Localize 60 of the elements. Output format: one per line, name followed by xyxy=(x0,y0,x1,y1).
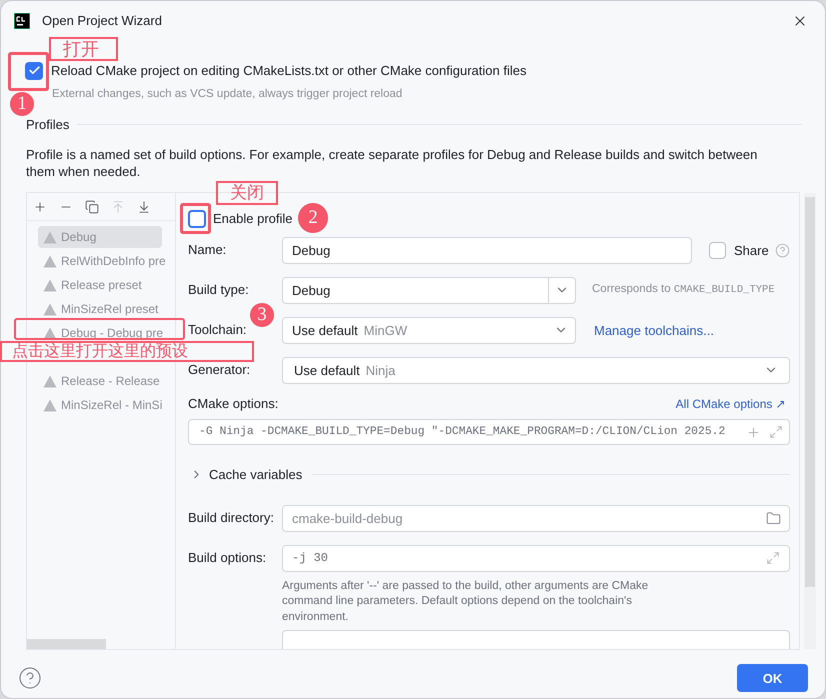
manage-toolchains-link[interactable]: Manage toolchains... xyxy=(594,320,714,340)
warning-icon xyxy=(43,374,57,388)
scrollbar-thumb[interactable] xyxy=(27,639,106,650)
profile-item[interactable]: Release - Release xyxy=(38,374,160,388)
scrollbar-thumb[interactable] xyxy=(804,197,815,588)
help-icon[interactable] xyxy=(774,242,790,258)
warning-icon xyxy=(43,398,57,412)
field-label: Name: xyxy=(188,242,226,258)
toolchain-dropdown[interactable]: Use default MinGW xyxy=(282,316,576,344)
help-icon[interactable] xyxy=(18,666,42,690)
warning-icon xyxy=(43,302,57,316)
profile-item[interactable]: Release preset xyxy=(38,278,142,292)
field-label: Generator: xyxy=(188,362,250,378)
build-type-dropdown[interactable]: Debug xyxy=(282,276,576,304)
generator-dropdown[interactable]: Use default Ninja xyxy=(282,356,790,384)
window-title: Open Project Wizard xyxy=(42,12,162,30)
ok-button[interactable]: OK xyxy=(737,664,808,692)
section-heading: Profiles xyxy=(26,116,70,134)
hint-text: Arguments after '--' are passed to the build, other arguments are CMake command line parameters. Default options depend on the toolchain's environment. xyxy=(282,578,650,625)
highlight-box xyxy=(180,203,211,234)
input-field[interactable] xyxy=(282,630,790,650)
cmake-options-field[interactable]: -G Ninja -DCMAKE_BUILD_TYPE=Debug "-DCMAKE_MAKE_PROGRAM=D:/CLION/CLion 2025.2 xyxy=(188,419,790,446)
build-directory-field[interactable]: cmake-build-debug xyxy=(282,504,790,532)
profile-item[interactable]: MinSizeRel preset xyxy=(38,302,158,316)
field-label: Toolchain: xyxy=(188,322,247,338)
profile-item[interactable]: Debug xyxy=(38,226,162,248)
warning-icon xyxy=(43,278,57,292)
folder-icon[interactable] xyxy=(766,510,781,526)
expand-icon[interactable] xyxy=(768,425,783,440)
warning-icon xyxy=(43,326,57,340)
move-down-icon[interactable] xyxy=(137,200,151,214)
app-logo-icon xyxy=(14,13,30,29)
checkbox-label: Reload CMake project on editing CMakeLists.txt or other CMake configuration files xyxy=(51,62,526,80)
share-checkbox[interactable] xyxy=(709,242,726,259)
profile-item[interactable]: MinSizeRel - MinSi xyxy=(38,398,162,412)
collapsible-heading[interactable]: Cache variables xyxy=(209,465,302,485)
annotation-label: 关闭 xyxy=(216,181,278,205)
warning-icon xyxy=(43,230,57,244)
warning-icon xyxy=(43,254,57,268)
expand-icon[interactable] xyxy=(766,551,780,566)
all-options-link[interactable]: All CMake options ↗ xyxy=(676,394,786,412)
checkbox-label: Share xyxy=(734,242,769,260)
enable-checkbox[interactable] xyxy=(188,210,206,228)
field-label: Build options: xyxy=(188,550,266,566)
field-label: Build directory: xyxy=(188,510,274,526)
highlight-box xyxy=(8,52,49,91)
reload-checkbox[interactable] xyxy=(25,62,43,80)
add-icon[interactable] xyxy=(33,200,47,214)
field-label: CMake options: xyxy=(188,394,278,413)
build-options-field[interactable]: -j 30 xyxy=(282,544,790,572)
description-text: Profile is a named set of build options. For example, create separate profiles for Debug and Release builds and switch between them when needed. xyxy=(26,146,758,180)
annotation-label: 打开 xyxy=(49,37,118,61)
name-field[interactable]: Debug xyxy=(282,236,692,264)
checkbox-label: Enable profile xyxy=(213,210,292,228)
annotation-label: 点击这里打开这里的预设 xyxy=(0,341,254,362)
hint-text: External changes, such as VCS update, always trigger project reload xyxy=(52,86,402,102)
field-label: Build type: xyxy=(188,282,249,298)
profile-item[interactable]: RelWithDebInfo pre xyxy=(38,254,166,268)
copy-icon[interactable] xyxy=(85,200,99,214)
note-text: Corresponds to CMAKE_BUILD_TYPE xyxy=(592,282,775,298)
